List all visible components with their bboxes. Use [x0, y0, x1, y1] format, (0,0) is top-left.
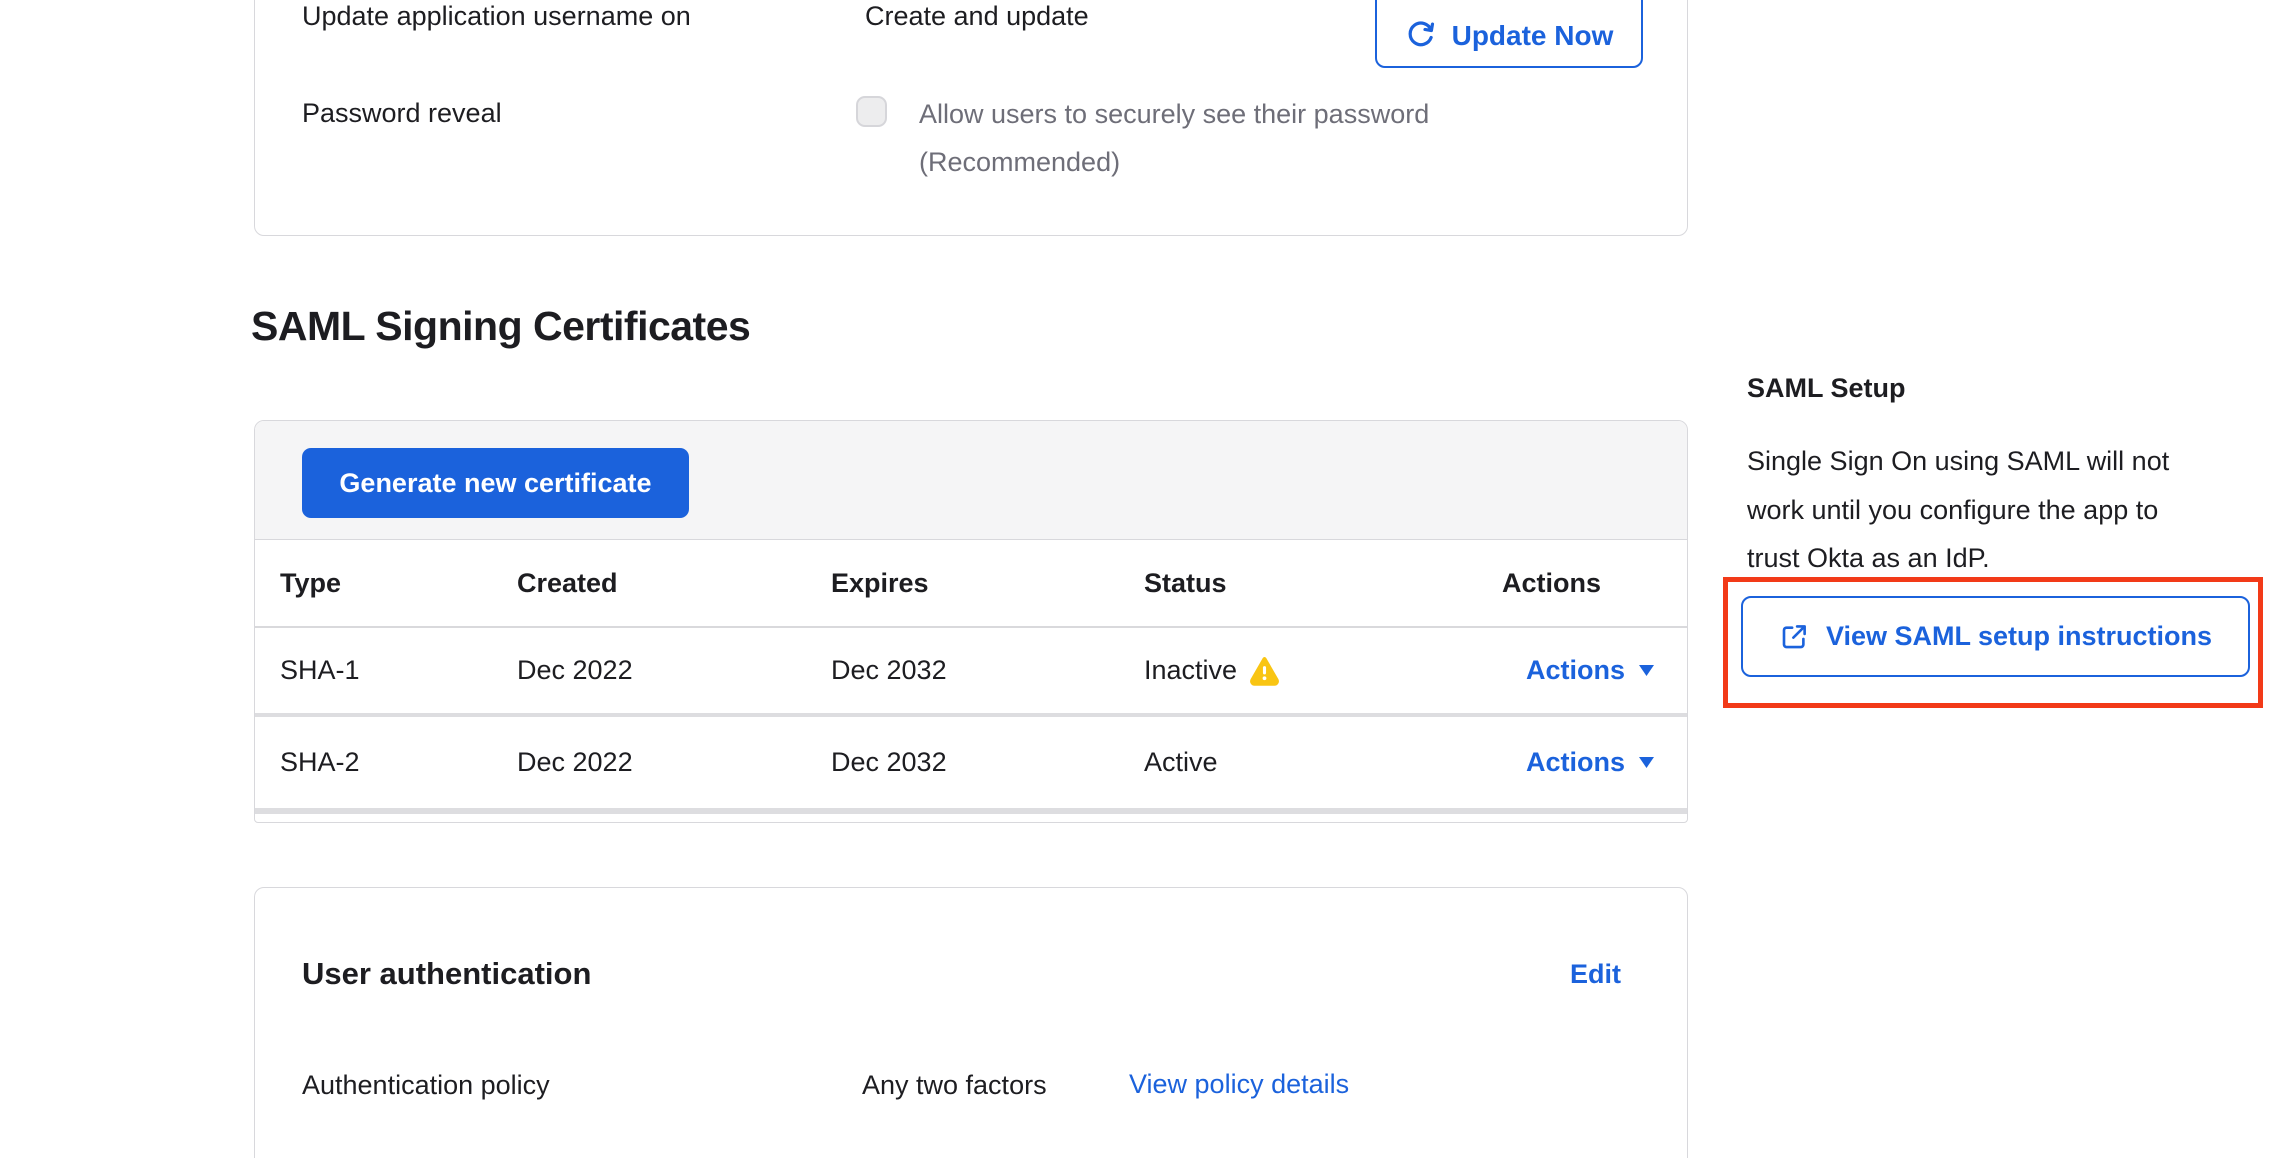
- saml-setup-description-line: Single Sign On using SAML will not: [1747, 437, 2227, 486]
- update-now-button[interactable]: Update Now: [1375, 0, 1643, 68]
- chevron-down-icon: [1639, 757, 1654, 768]
- warning-icon: [1249, 655, 1280, 686]
- user-authentication-heading: User authentication: [302, 956, 591, 992]
- table-row: SHA-1 Dec 2022 Dec 2032 Inactive: [255, 627, 1687, 715]
- saml-setup-description-line: trust Okta as an IdP.: [1747, 534, 2227, 583]
- password-reveal-description-line2: (Recommended): [919, 146, 1120, 178]
- update-username-label: Update application username on: [302, 0, 691, 32]
- external-link-icon: [1779, 622, 1809, 652]
- cert-status-cell: Inactive: [1119, 627, 1477, 715]
- column-header-type: Type: [255, 541, 492, 627]
- cert-created-cell: Dec 2022: [492, 715, 806, 811]
- authentication-policy-label: Authentication policy: [302, 1069, 550, 1101]
- view-saml-setup-instructions-button[interactable]: View SAML setup instructions: [1741, 596, 2250, 677]
- table-row: SHA-2 Dec 2022 Dec 2032 Active Actions: [255, 715, 1687, 811]
- cert-created-cell: Dec 2022: [492, 627, 806, 715]
- page-title: SAML Signing Certificates: [251, 303, 750, 349]
- view-policy-details-link[interactable]: View policy details: [1129, 1069, 1349, 1100]
- column-header-actions: Actions: [1477, 541, 1687, 627]
- edit-link[interactable]: Edit: [1570, 959, 1621, 990]
- certificates-table: Type Created Expires Status Actions SHA-…: [255, 541, 1687, 814]
- saml-setup-description-line: work until you configure the app to: [1747, 486, 2227, 535]
- actions-dropdown-label: Actions: [1526, 655, 1625, 686]
- column-header-created: Created: [492, 541, 806, 627]
- cert-actions-cell: Actions: [1477, 627, 1687, 715]
- password-reveal-description-line1: Allow users to securely see their passwo…: [919, 98, 1429, 130]
- column-header-status: Status: [1119, 541, 1477, 627]
- password-reveal-label: Password reveal: [302, 97, 502, 129]
- actions-dropdown[interactable]: Actions: [1526, 655, 1654, 686]
- cert-status-cell: Active: [1119, 715, 1477, 811]
- actions-dropdown[interactable]: Actions: [1526, 747, 1654, 778]
- status-text: Inactive: [1144, 655, 1237, 686]
- generate-certificate-button[interactable]: Generate new certificate: [302, 448, 689, 518]
- cert-expires-cell: Dec 2032: [806, 627, 1119, 715]
- saml-setup-description: Single Sign On using SAML will not work …: [1747, 437, 2227, 583]
- actions-dropdown-label: Actions: [1526, 747, 1625, 778]
- app-settings-page: Update application username on Create an…: [0, 0, 2279, 1158]
- chevron-down-icon: [1639, 665, 1654, 676]
- update-username-value: Create and update: [865, 0, 1089, 32]
- column-header-expires: Expires: [806, 541, 1119, 627]
- cert-expires-cell: Dec 2032: [806, 715, 1119, 811]
- user-authentication-card: [254, 887, 1688, 1158]
- password-reveal-checkbox[interactable]: [856, 96, 887, 127]
- table-header-row: Type Created Expires Status Actions: [255, 541, 1687, 627]
- cert-actions-cell: Actions: [1477, 715, 1687, 811]
- update-now-label: Update Now: [1452, 20, 1614, 52]
- refresh-icon: [1405, 16, 1437, 52]
- saml-setup-heading: SAML Setup: [1747, 373, 1906, 404]
- cert-type-cell: SHA-1: [255, 627, 492, 715]
- status-text: Active: [1144, 747, 1218, 778]
- view-saml-setup-instructions-label: View SAML setup instructions: [1826, 621, 2212, 652]
- authentication-policy-value: Any two factors: [862, 1069, 1047, 1101]
- cert-type-cell: SHA-2: [255, 715, 492, 811]
